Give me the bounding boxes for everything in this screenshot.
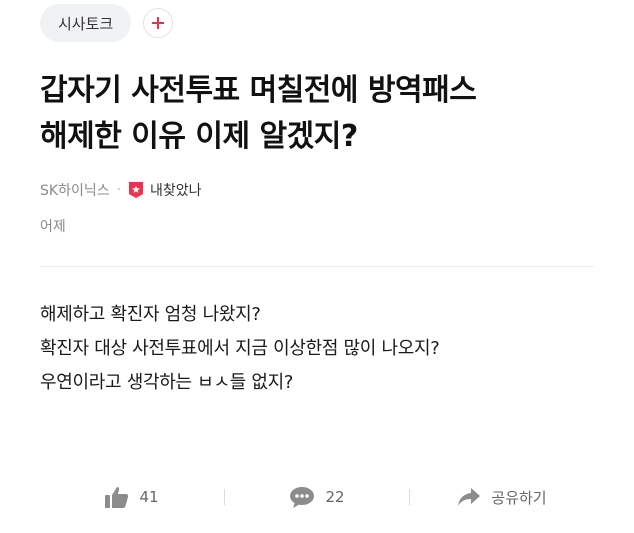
meta-separator: · <box>116 182 122 198</box>
post-body-line: 확진자 대상 사전투표에서 지금 이상한점 많이 나오지? <box>40 338 440 359</box>
post-body: 해제하고 확진자 엄청 나왔지? 확진자 대상 사전투표에서 지금 이상한점 많… <box>40 298 610 400</box>
badge-icon <box>128 181 144 199</box>
like-button[interactable]: 41 <box>40 486 224 508</box>
post-title-line-1: 갑자기 사전투표 며칠전에 방역패스 <box>40 73 477 108</box>
follow-topic-button[interactable] <box>143 8 174 38</box>
like-count: 41 <box>139 488 159 506</box>
topic-row: 시사토크 <box>40 4 174 42</box>
divider <box>40 266 594 267</box>
post-title-line-2: 해제한 이유 이제 알겠지? <box>40 119 358 154</box>
share-button[interactable]: 공유하기 <box>410 487 594 508</box>
author-meta: SK하이닉스 · 내찾았나 <box>40 180 202 200</box>
share-arrow-icon <box>457 487 481 507</box>
comment-count: 22 <box>325 488 345 506</box>
comment-icon <box>289 486 315 508</box>
plus-icon <box>152 17 165 29</box>
company-name[interactable]: SK하이닉스 <box>40 180 110 200</box>
comment-button[interactable]: 22 <box>225 486 409 508</box>
post-time: 어제 <box>40 219 66 235</box>
thumbs-up-icon <box>105 486 129 508</box>
topic-label: 시사토크 <box>58 14 114 33</box>
author-nickname[interactable]: 내찾았나 <box>150 180 202 200</box>
share-label: 공유하기 <box>491 488 547 507</box>
post-body-line: 해제하고 확진자 엄청 나왔지? <box>40 304 261 325</box>
post-title: 갑자기 사전투표 며칠전에 방역패스 해제한 이유 이제 알겠지? <box>40 68 600 160</box>
action-bar: 41 22 공유하기 <box>40 480 594 514</box>
topic-chip[interactable]: 시사토크 <box>40 4 132 42</box>
post-body-line: 우연이라고 생각하는 ㅂㅅ들 없지? <box>40 372 294 393</box>
